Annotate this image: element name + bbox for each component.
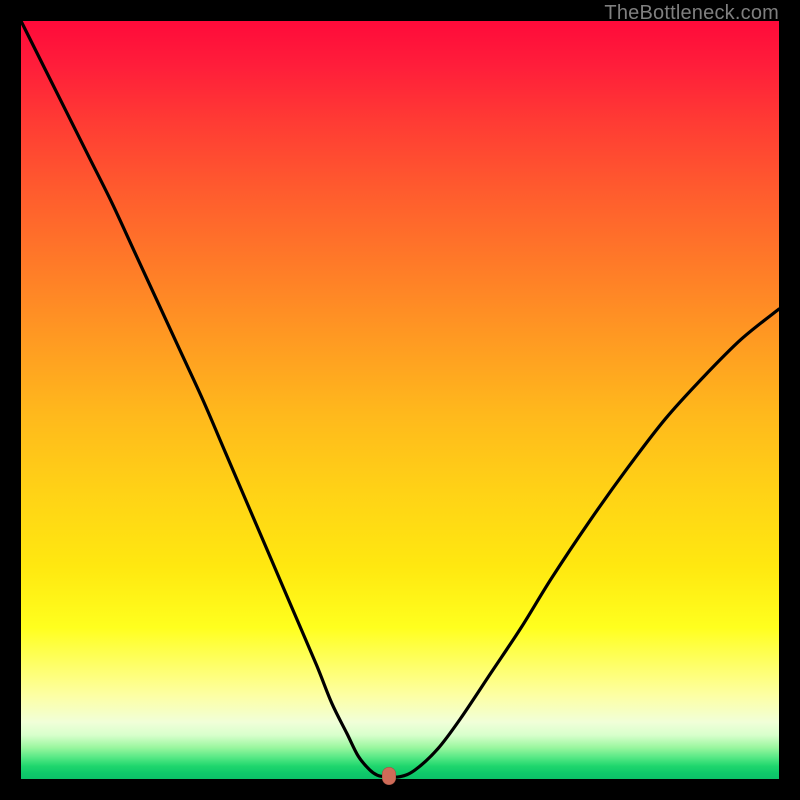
watermark-text: TheBottleneck.com [604,2,779,25]
chart-frame: TheBottleneck.com [0,0,800,800]
plot-area [21,21,779,779]
optimum-marker [382,767,396,785]
bottleneck-curve [21,21,779,779]
